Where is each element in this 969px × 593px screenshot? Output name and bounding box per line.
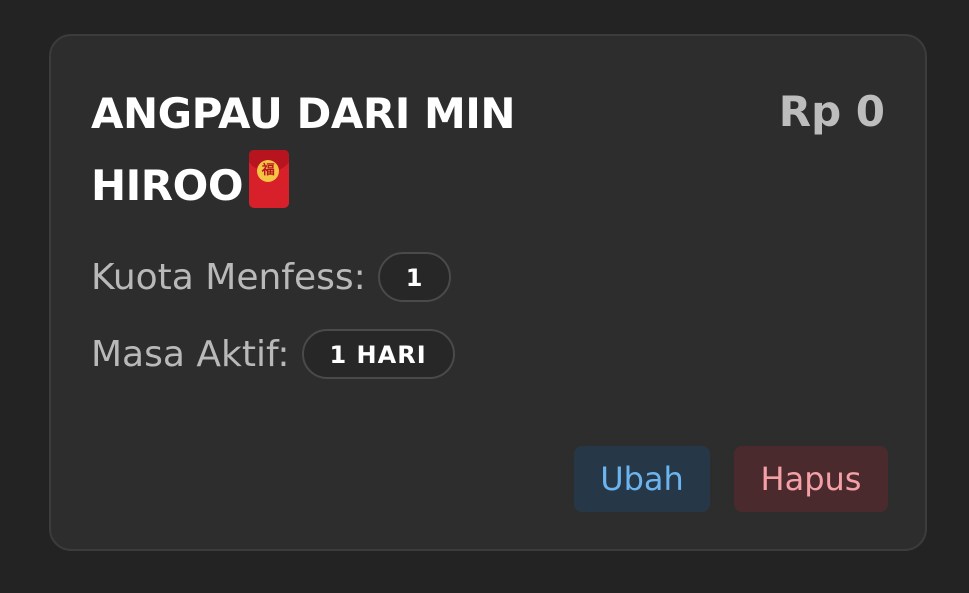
edit-button[interactable]: Ubah bbox=[574, 446, 710, 512]
quota-row: Kuota Menfess: 1 bbox=[91, 252, 452, 302]
quota-label: Kuota Menfess: bbox=[91, 256, 366, 298]
active-period-label: Masa Aktif: bbox=[91, 333, 290, 375]
package-title: ANGPAU DARI MIN HIROO 福 bbox=[91, 78, 611, 222]
active-period-row: Masa Aktif: 1 HARI bbox=[91, 329, 455, 379]
package-title-text: ANGPAU DARI MIN HIROO bbox=[91, 89, 516, 210]
package-card: ANGPAU DARI MIN HIROO 福 Rp 0 Kuota Menfes… bbox=[49, 34, 927, 551]
delete-button[interactable]: Hapus bbox=[734, 446, 888, 512]
red-envelope-icon: 福 bbox=[249, 150, 290, 208]
active-period-badge: 1 HARI bbox=[301, 329, 455, 379]
package-price: Rp 0 bbox=[778, 87, 885, 136]
quota-badge: 1 bbox=[377, 252, 452, 302]
